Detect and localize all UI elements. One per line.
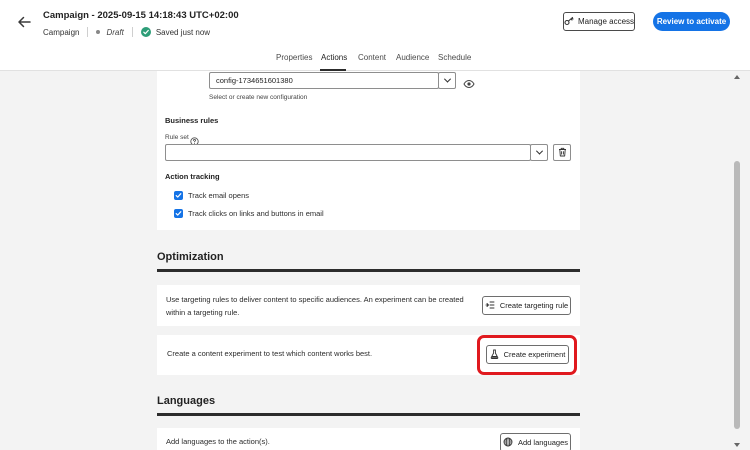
configuration-dropdown-button[interactable] xyxy=(438,72,456,89)
track-clicks-label: Track clicks on links and buttons in ema… xyxy=(188,209,324,218)
add-languages-label: Add languages xyxy=(517,438,569,447)
tab-bar: Properties Actions Content Audience Sche… xyxy=(0,45,750,71)
tab-content[interactable]: Content xyxy=(358,53,386,62)
track-clicks-checkbox[interactable] xyxy=(174,209,183,218)
targeting-rule-icon xyxy=(485,301,495,311)
save-status: Saved just now xyxy=(155,27,211,37)
track-email-opens-label: Track email opens xyxy=(188,191,249,200)
back-arrow-icon[interactable] xyxy=(14,12,34,32)
page-header: Campaign - 2025-09-15 14:18:43 UTC+02:00… xyxy=(0,0,750,45)
targeting-card: Use targeting rules to deliver content t… xyxy=(157,285,580,326)
targeting-description: Use targeting rules to deliver content t… xyxy=(166,295,464,317)
create-targeting-rule-label: Create targeting rule xyxy=(499,301,569,310)
check-circle-icon xyxy=(140,27,151,37)
section-divider xyxy=(157,413,580,416)
review-to-activate-button[interactable]: Review to activate xyxy=(653,12,730,31)
create-targeting-rule-button[interactable]: Create targeting rule xyxy=(482,296,571,315)
campaign-meta: Campaign Draft Saved just now xyxy=(43,27,210,37)
rule-set-select[interactable] xyxy=(165,144,531,161)
experiment-description: Create a content experiment to test whic… xyxy=(167,349,373,358)
rule-set-dropdown-button[interactable] xyxy=(530,144,548,161)
scrollbar[interactable] xyxy=(730,71,744,450)
chevron-down-icon xyxy=(535,147,543,155)
scroll-up-icon[interactable] xyxy=(734,75,740,79)
page-title: Campaign - 2025-09-15 14:18:43 UTC+02:00 xyxy=(43,10,239,21)
tab-audience[interactable]: Audience xyxy=(396,53,429,62)
languages-description: Add languages to the action(s). xyxy=(166,437,270,446)
trash-icon xyxy=(558,144,567,162)
section-divider xyxy=(157,269,580,272)
business-rules-heading: Business rules xyxy=(165,116,219,125)
configuration-help-text: Select or create new configuration xyxy=(209,94,308,101)
tab-properties[interactable]: Properties xyxy=(276,53,312,62)
divider xyxy=(131,27,133,37)
scrollbar-thumb[interactable] xyxy=(734,161,740,429)
action-tracking-heading: Action tracking xyxy=(165,172,220,181)
track-email-opens-checkbox[interactable] xyxy=(174,191,183,200)
tab-schedule[interactable]: Schedule xyxy=(438,53,471,62)
status-dot-icon xyxy=(96,30,101,34)
languages-heading: Languages xyxy=(157,395,216,407)
key-icon xyxy=(564,16,574,28)
scroll-down-icon[interactable] xyxy=(734,443,740,447)
configuration-select[interactable]: config-1734651601380 xyxy=(209,72,439,89)
divider xyxy=(87,27,89,37)
languages-card: Add languages to the action(s). Add lang… xyxy=(157,428,580,450)
chevron-down-icon xyxy=(443,75,451,83)
manage-access-button[interactable]: Manage access xyxy=(563,12,635,31)
rule-set-label: Rule set xyxy=(165,134,189,141)
globe-icon xyxy=(503,437,513,449)
delete-rule-set-button[interactable] xyxy=(553,144,571,161)
tab-actions[interactable]: Actions xyxy=(321,53,347,62)
add-languages-button[interactable]: Add languages xyxy=(500,433,571,450)
callout-highlight xyxy=(477,335,577,375)
status-badge: Draft xyxy=(106,27,124,37)
eye-icon[interactable] xyxy=(463,76,475,94)
campaign-type: Campaign xyxy=(43,27,80,37)
optimization-heading: Optimization xyxy=(157,251,224,263)
manage-access-label: Manage access xyxy=(577,17,635,26)
